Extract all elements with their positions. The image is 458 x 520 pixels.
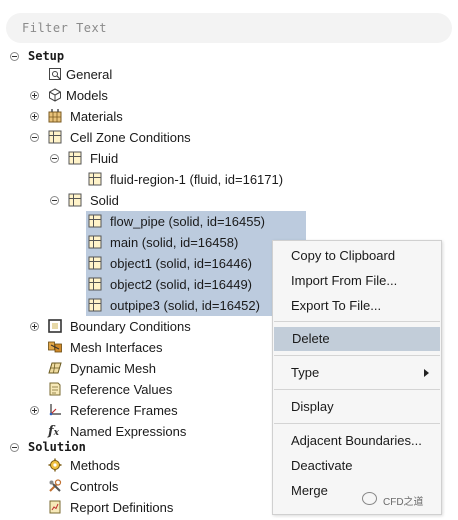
submenu-arrow-icon <box>424 369 429 377</box>
tree-node-solid-item[interactable]: object1 (solid, id=16446) <box>0 253 310 274</box>
tree-node-reference-frames[interactable]: Reference Frames <box>0 400 270 421</box>
function-icon: fx <box>48 424 59 439</box>
tree-node-label: outpipe3 (solid, id=16452) <box>110 298 260 313</box>
cell-zone-icon <box>88 277 102 291</box>
tree-node-label: fluid-region-1 (fluid, id=16171) <box>110 172 284 187</box>
report-definitions-icon <box>49 500 61 514</box>
tree-node-label: Reference Frames <box>70 403 178 418</box>
menu-separator <box>274 423 440 424</box>
tree-node-label: Controls <box>70 479 119 494</box>
tree-node-reference-values[interactable]: Reference Values <box>0 379 270 400</box>
tree-node-cell-zone-conditions[interactable]: Cell Zone Conditions <box>0 127 300 148</box>
expand-icon[interactable] <box>30 91 39 100</box>
tree-node-solid-item[interactable]: main (solid, id=16458) <box>0 232 310 253</box>
cell-zone-icon <box>68 193 82 207</box>
tree-node-label: Models <box>66 88 108 103</box>
menu-item-copy-to-clipboard[interactable]: Copy to Clipboard <box>273 244 441 268</box>
collapse-icon[interactable] <box>10 443 19 452</box>
tree-node-fluid[interactable]: Fluid <box>0 148 300 169</box>
models-cube-icon <box>49 88 61 102</box>
boundary-icon <box>48 319 62 333</box>
menu-item-export-to-file[interactable]: Export To File... <box>273 294 441 318</box>
menu-separator <box>274 321 440 322</box>
menu-item-type[interactable]: Type <box>273 361 441 385</box>
expand-icon[interactable] <box>30 322 39 331</box>
tree-node-controls[interactable]: Controls <box>0 476 270 497</box>
collapse-icon[interactable] <box>50 196 59 205</box>
tree-node-dynamic-mesh[interactable]: Dynamic Mesh <box>0 358 270 379</box>
filter-input[interactable]: Filter Text <box>6 13 452 43</box>
collapse-icon[interactable] <box>30 133 39 142</box>
dynamic-mesh-icon <box>48 362 62 374</box>
menu-item-adjacent-boundaries[interactable]: Adjacent Boundaries... <box>273 429 441 453</box>
tree-node-label: Cell Zone Conditions <box>70 130 191 145</box>
tree-node-label: Solid <box>90 193 119 208</box>
mesh-interfaces-icon <box>48 341 62 353</box>
context-menu: Copy to Clipboard Import From File... Ex… <box>272 240 442 515</box>
cell-zone-icon <box>88 214 102 228</box>
materials-icon <box>48 109 62 123</box>
menu-item-type-label: Type <box>291 365 320 380</box>
tree-node-solid[interactable]: Solid <box>0 190 300 211</box>
cell-zone-icon <box>88 235 102 249</box>
tree-node-general[interactable]: General <box>0 64 300 85</box>
wechat-logo-icon <box>362 492 377 505</box>
menu-item-import-from-file[interactable]: Import From File... <box>273 269 441 293</box>
tree-node-label: object2 (solid, id=16449) <box>110 277 253 292</box>
cell-zone-icon <box>48 130 62 144</box>
collapse-icon[interactable] <box>50 154 59 163</box>
tree-node-solid-item[interactable]: outpipe3 (solid, id=16452) <box>0 295 310 316</box>
cell-zone-icon <box>88 172 102 186</box>
tree-node-solid-item[interactable]: object2 (solid, id=16449) <box>0 274 310 295</box>
expand-icon[interactable] <box>30 112 39 121</box>
tree-node-label: Dynamic Mesh <box>70 361 156 376</box>
tree-node-solid-item[interactable]: flow_pipe (solid, id=16455) <box>0 211 310 232</box>
cell-zone-icon <box>68 151 82 165</box>
tree-node-models[interactable]: Models <box>0 85 300 106</box>
general-icon <box>49 68 61 80</box>
tree-node-label: object1 (solid, id=16446) <box>110 256 253 271</box>
menu-item-deactivate[interactable]: Deactivate <box>273 454 441 478</box>
tree-node-label: Reference Values <box>70 382 173 397</box>
tree-node-label: Mesh Interfaces <box>70 340 163 355</box>
tree-node-label: Materials <box>70 109 123 124</box>
filter-placeholder: Filter Text <box>22 21 107 35</box>
tree-node-label: Methods <box>70 458 120 473</box>
tree-node-fluid-region[interactable]: fluid-region-1 (fluid, id=16171) <box>0 169 310 190</box>
cell-zone-icon <box>88 256 102 270</box>
menu-item-display[interactable]: Display <box>273 395 441 419</box>
tree-node-label: main (solid, id=16458) <box>110 235 239 250</box>
expand-icon[interactable] <box>30 406 39 415</box>
tree-node-label: Fluid <box>90 151 119 166</box>
tree-node-label: Report Definitions <box>70 500 174 515</box>
watermark-text: CFD之道 <box>383 497 424 508</box>
tree-node-label: flow_pipe (solid, id=16455) <box>110 214 266 229</box>
tree-node-boundary-conditions[interactable]: Boundary Conditions <box>0 316 270 337</box>
cell-zone-icon <box>88 298 102 312</box>
menu-separator <box>274 355 440 356</box>
menu-item-delete[interactable]: Delete <box>274 327 440 351</box>
tree-node-report-definitions[interactable]: Report Definitions <box>0 497 270 518</box>
methods-icon <box>48 458 62 472</box>
reference-values-icon <box>49 382 61 396</box>
tree-node-label: Boundary Conditions <box>70 319 191 334</box>
tree-node-mesh-interfaces[interactable]: Mesh Interfaces <box>0 337 270 358</box>
axes-icon <box>49 404 61 416</box>
tree-node-label: General <box>66 67 113 82</box>
tree-node-materials[interactable]: Materials <box>0 106 300 127</box>
tree-node-methods[interactable]: Methods <box>0 455 270 476</box>
collapse-icon[interactable] <box>10 52 19 61</box>
menu-separator <box>274 389 440 390</box>
controls-tools-icon <box>49 479 62 492</box>
